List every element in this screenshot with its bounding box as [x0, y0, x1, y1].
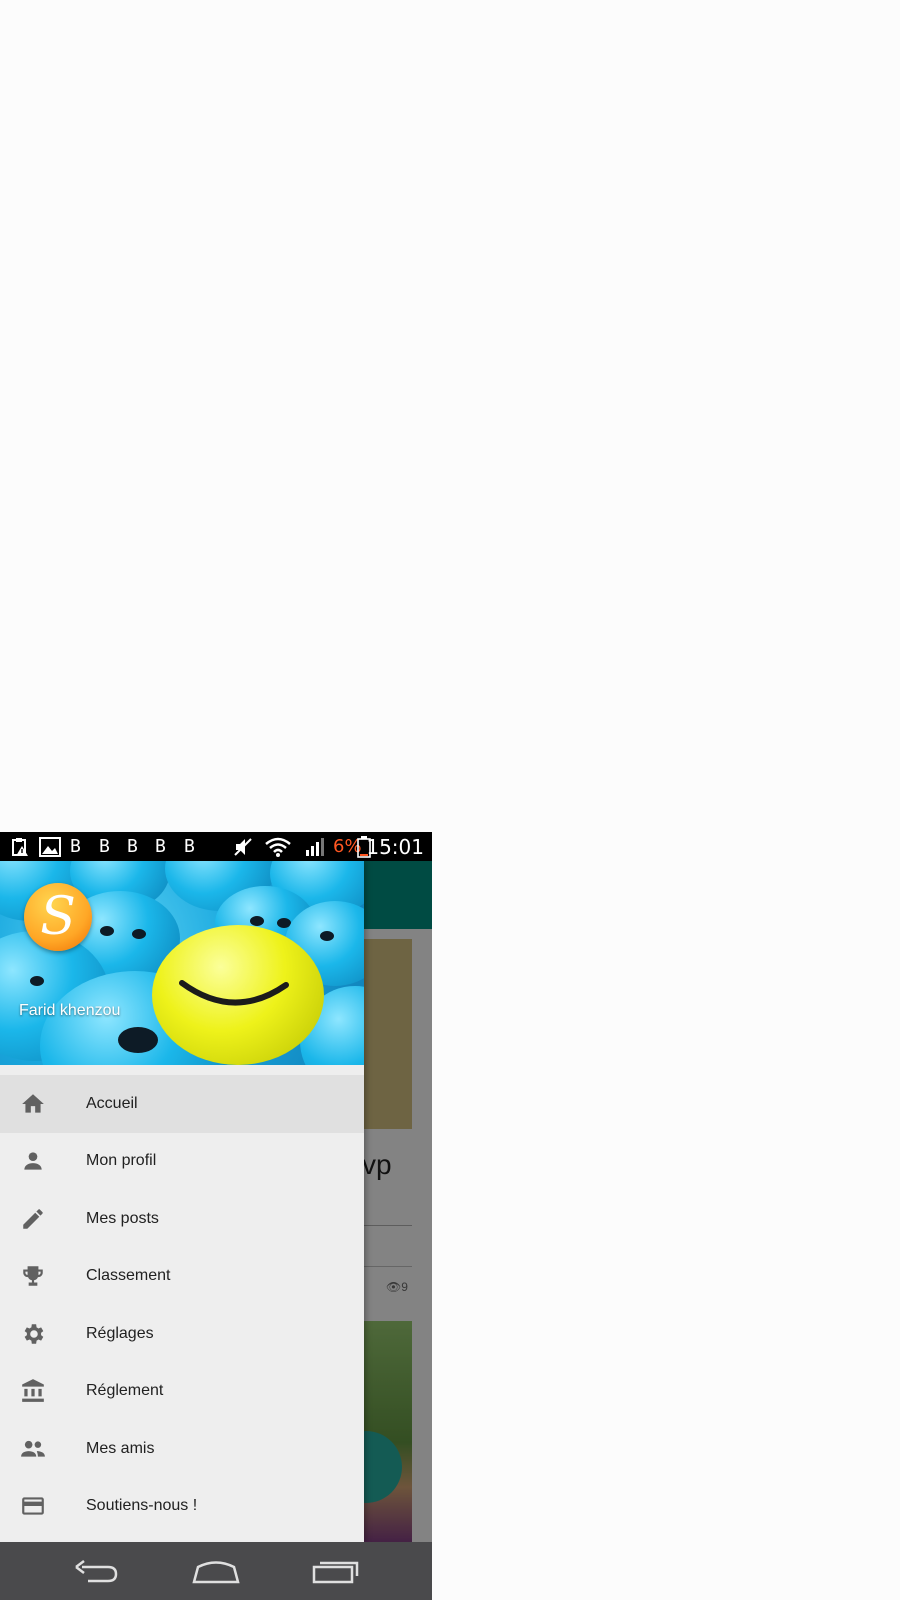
user-name: Farid khenzou	[19, 1002, 121, 1019]
menu-item-label: Mon profil	[86, 1152, 157, 1170]
app-logo: S	[24, 883, 92, 951]
system-nav-bar	[0, 1542, 432, 1600]
image-icon	[39, 832, 61, 861]
home-icon[interactable]	[186, 1552, 246, 1590]
menu-item-classement[interactable]: Classement	[0, 1248, 364, 1306]
recent-apps-icon[interactable]	[306, 1552, 366, 1590]
menu-item-label: Classement	[86, 1267, 171, 1285]
menu-item-mon-profil[interactable]: Mon profil	[0, 1133, 364, 1191]
clock: 15:01	[366, 834, 424, 859]
b-icon: B	[99, 836, 110, 857]
logo-letter: S	[40, 887, 76, 947]
person-icon	[24, 1152, 42, 1170]
menu-item-label: Soutiens-nous !	[86, 1497, 198, 1515]
back-icon[interactable]	[66, 1552, 126, 1590]
navigation-drawer: S Farid khenzou Accueil Mon profil Mes p…	[0, 861, 364, 1542]
smiley-ball	[152, 925, 324, 1065]
muted-icon	[234, 832, 252, 861]
menu-item-mes-amis[interactable]: Mes amis	[0, 1420, 364, 1478]
gear-icon	[24, 1324, 44, 1344]
clipboard-warning-icon	[10, 832, 30, 861]
b-icon: B	[70, 836, 81, 857]
menu-item-label: Mes amis	[86, 1439, 155, 1457]
pencil-icon	[23, 1208, 43, 1229]
home-icon	[22, 1094, 44, 1113]
menu-item-accueil[interactable]: Accueil	[0, 1075, 364, 1133]
drawer-menu: Accueil Mon profil Mes posts Classement …	[0, 1075, 364, 1535]
b-icon: B	[127, 836, 138, 857]
signal-icon	[305, 832, 325, 861]
credit-card-icon	[22, 1497, 44, 1515]
menu-item-mes-posts[interactable]: Mes posts	[0, 1190, 364, 1248]
status-bar: B B B B B 6% 15:01	[0, 832, 432, 861]
menu-item-reglement[interactable]: Réglement	[0, 1363, 364, 1421]
b-icon: B	[184, 836, 195, 857]
wifi-icon	[264, 832, 292, 861]
menu-item-label: Réglement	[86, 1382, 164, 1400]
menu-item-label: Accueil	[86, 1094, 138, 1112]
people-icon	[21, 1440, 45, 1457]
menu-item-soutiens-nous[interactable]: Soutiens-nous !	[0, 1478, 364, 1536]
b-icon: B	[155, 836, 166, 857]
menu-item-label: Réglages	[86, 1324, 154, 1342]
trophy-icon	[23, 1266, 43, 1286]
menu-item-reglages[interactable]: Réglages	[0, 1305, 364, 1363]
drawer-header: S Farid khenzou	[0, 861, 364, 1065]
bank-icon	[22, 1379, 44, 1403]
menu-item-label: Mes posts	[86, 1209, 159, 1227]
phone-screen: B B B B B 6% 15:01 vp 👁9 S Farid khenzou…	[0, 832, 432, 1600]
